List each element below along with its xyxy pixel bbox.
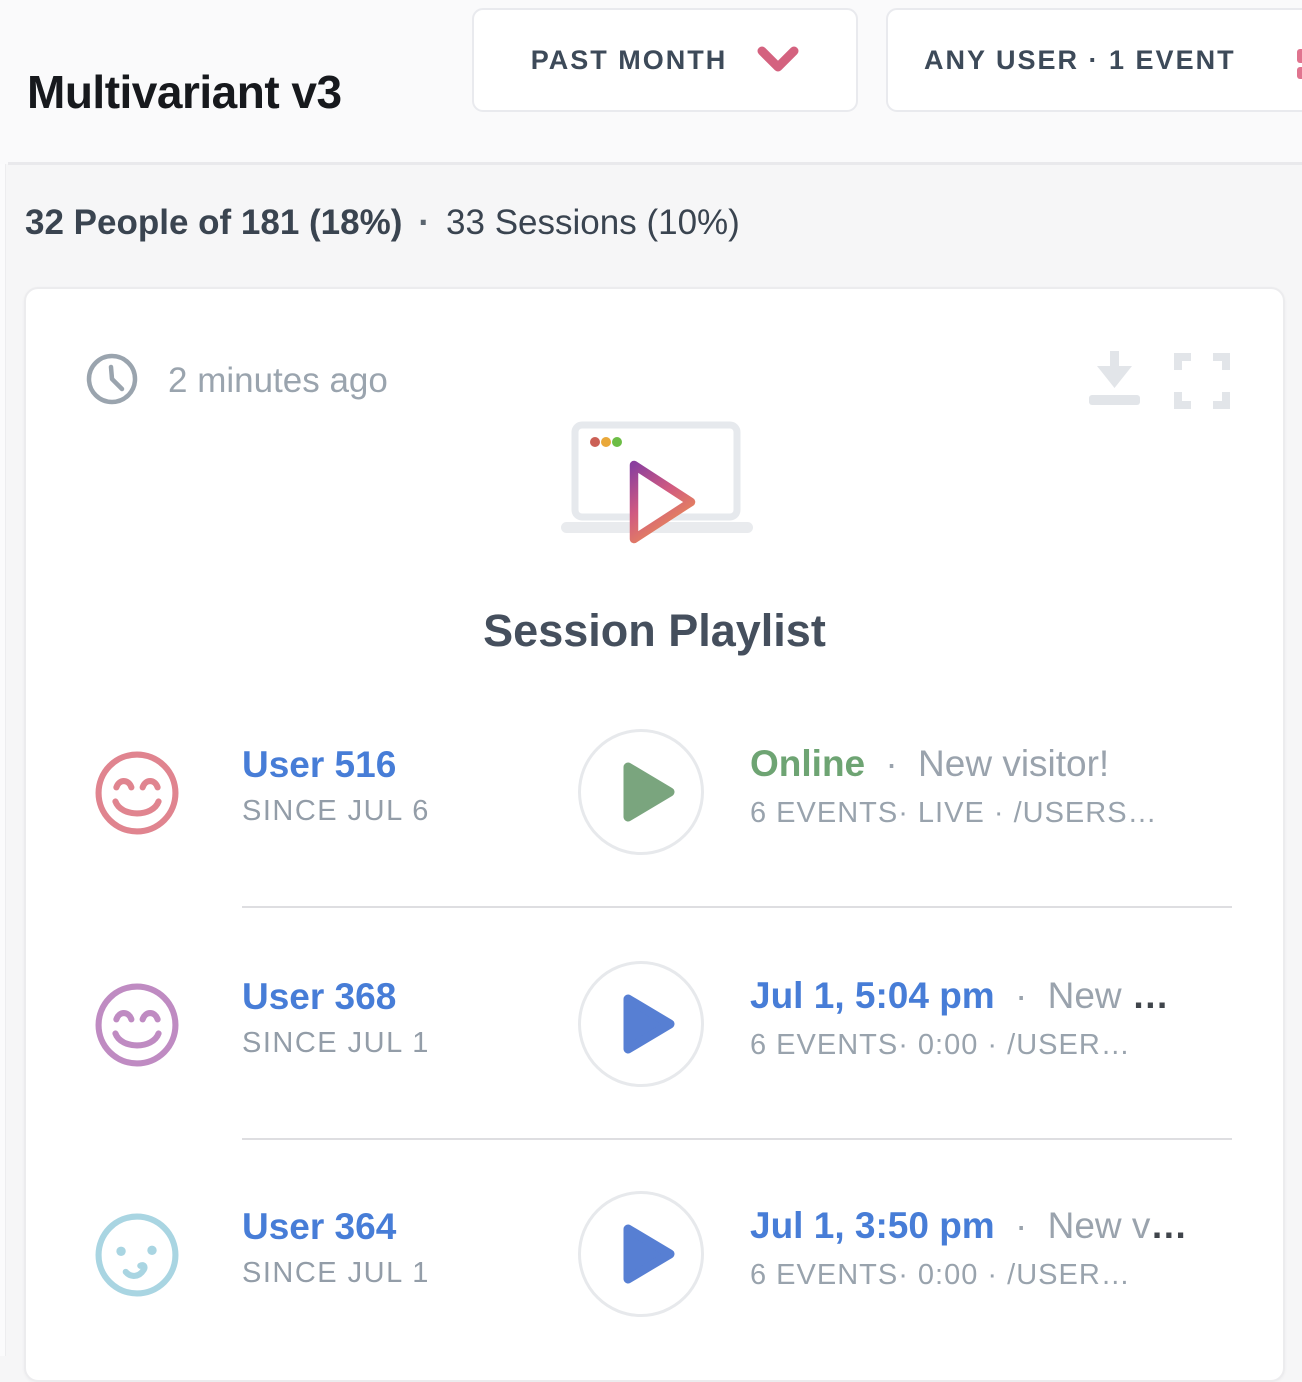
smiley-happy-icon: [92, 748, 182, 838]
session-status: Jul 1, 5:04 pm · New … 6 EVENTS· 0:00 · …: [750, 973, 1169, 1062]
date-range-button[interactable]: PAST MONTH: [472, 8, 858, 112]
session-meta: 6 EVENTS· 0:00 · /USER…: [750, 1028, 1169, 1062]
traffic-dot-orange: [601, 437, 611, 447]
filter-label: ANY USER · 1 EVENT: [924, 45, 1236, 76]
left-edge-strip: [0, 0, 6, 1356]
filter-button[interactable]: ANY USER · 1 EVENT: [886, 8, 1302, 112]
row-divider: [242, 906, 1232, 908]
session-status-secondary: New visitor!: [918, 743, 1109, 784]
user-link[interactable]: User 368: [242, 975, 430, 1019]
user-info: User 364 SINCE JUL 1: [242, 1205, 430, 1289]
date-range-label: PAST MONTH: [531, 45, 728, 76]
smiley-happy-icon: [92, 980, 182, 1070]
download-icon[interactable]: [1086, 349, 1142, 411]
session-meta: 6 EVENTS· 0:00 · /USER…: [750, 1258, 1187, 1292]
status-separator: ·: [885, 743, 897, 784]
user-link[interactable]: User 364: [242, 1205, 430, 1249]
user-since-label: SINCE JUL 1: [242, 1027, 430, 1059]
play-session-button[interactable]: [578, 1191, 704, 1317]
session-row: User 368 SINCE JUL 1 Jul 1, 5:04 pm · Ne…: [26, 959, 1285, 1089]
header-divider: [8, 162, 1302, 165]
session-status-primary: Online: [750, 743, 865, 784]
row-divider: [242, 1138, 1232, 1140]
stats-separator: ·: [418, 203, 430, 243]
chevron-down-icon: [757, 46, 799, 74]
smiley-smirk-icon: [92, 1210, 182, 1300]
session-time-link[interactable]: Jul 1, 5:04 pm: [750, 975, 995, 1016]
filter-pink-icon-fragment: [1297, 67, 1302, 79]
play-icon: [581, 732, 701, 852]
status-ellipsis: …: [1132, 975, 1169, 1016]
user-link[interactable]: User 516: [242, 743, 430, 787]
status-ellipsis: …: [1150, 1205, 1187, 1246]
last-updated-label: 2 minutes ago: [168, 361, 388, 401]
session-meta: 6 EVENTS· LIVE · /USERS…: [750, 796, 1158, 830]
traffic-dot-red: [590, 437, 600, 447]
play-session-button[interactable]: [578, 961, 704, 1087]
session-status: Jul 1, 3:50 pm · New v… 6 EVENTS· 0:00 ·…: [750, 1203, 1187, 1292]
user-since-label: SINCE JUL 6: [242, 795, 430, 827]
session-time-link[interactable]: Jul 1, 3:50 pm: [750, 1205, 995, 1246]
clock-icon: [84, 351, 140, 407]
session-status: Online · New visitor! 6 EVENTS· LIVE · /…: [750, 741, 1158, 830]
user-since-label: SINCE JUL 1: [242, 1257, 430, 1289]
page-title: Multivariant v3: [27, 65, 342, 119]
report-header: Multivariant v3 PAST MONTH ANY USER · 1 …: [0, 0, 1302, 164]
session-playlist-card: 2 minutes ago Session Playlist: [24, 287, 1285, 1382]
play-icon: [581, 1194, 701, 1314]
expand-fullscreen-icon[interactable]: [1174, 353, 1230, 409]
traffic-dot-green: [612, 437, 622, 447]
user-info: User 516 SINCE JUL 6: [242, 743, 430, 827]
people-stat: 32 People of 181 (18%): [25, 203, 402, 243]
stats-summary: 32 People of 181 (18%) · 33 Sessions (10…: [25, 203, 740, 243]
user-info: User 368 SINCE JUL 1: [242, 975, 430, 1059]
status-separator: ·: [1015, 1205, 1027, 1246]
filter-pink-icon-fragment: [1297, 49, 1302, 63]
play-icon: [581, 964, 701, 1084]
session-status-secondary: New v: [1048, 1205, 1151, 1246]
play-session-button[interactable]: [578, 729, 704, 855]
sessions-stat: 33 Sessions (10%): [446, 203, 740, 243]
playlist-heading: Session Playlist: [26, 605, 1283, 657]
video-player-illustration: [555, 420, 759, 548]
session-row: User 364 SINCE JUL 1 Jul 1, 3:50 pm · Ne…: [26, 1189, 1285, 1319]
session-status-secondary: New: [1048, 975, 1132, 1016]
status-separator: ·: [1015, 975, 1027, 1016]
session-row: User 516 SINCE JUL 6 Online · New visito…: [26, 727, 1285, 857]
